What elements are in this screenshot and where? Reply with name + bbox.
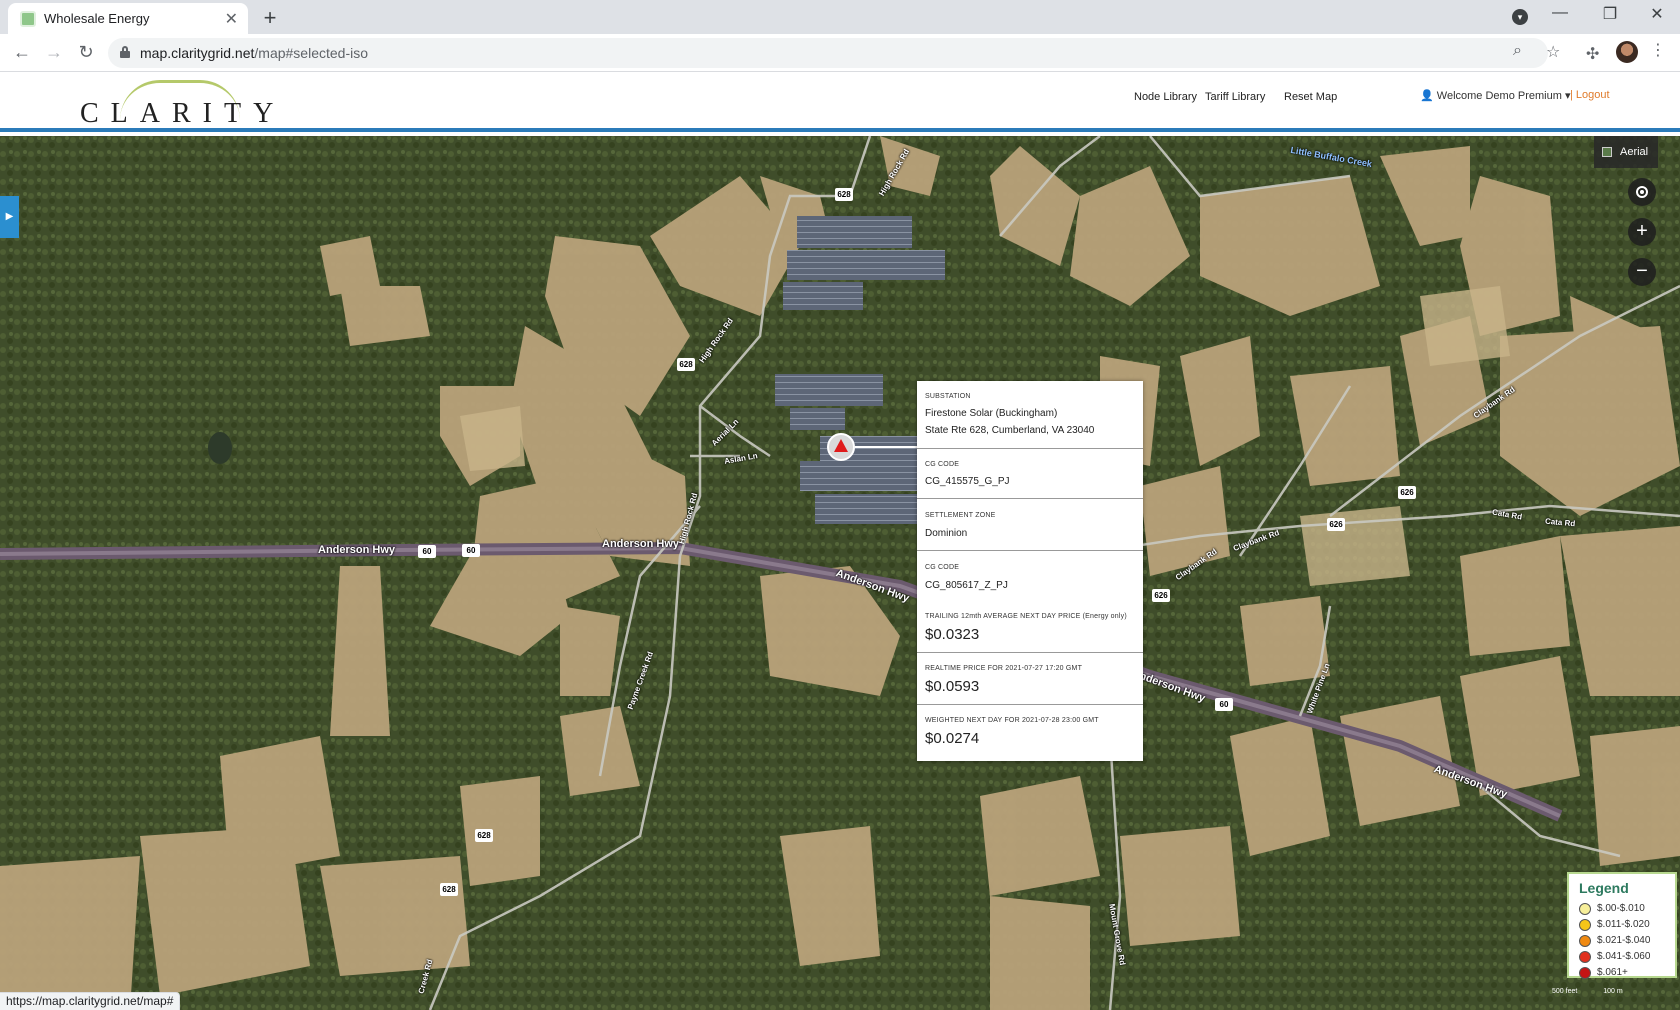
extensions-icon[interactable]: ✣ — [1586, 44, 1599, 64]
forward-icon[interactable]: → — [42, 40, 66, 64]
route-shield: 628 — [440, 883, 458, 896]
locate-button[interactable] — [1628, 178, 1656, 206]
aerial-map[interactable]: Anderson Hwy Anderson Hwy Anderson Hwy A… — [0, 136, 1680, 1010]
legend-dot-icon — [1579, 919, 1591, 931]
zone-price-section: CG CODE CG_805617_Z_PJ TRAILING 12mth AV… — [917, 551, 1143, 653]
weighted-price-section: WEIGHTED NEXT DAY FOR 2021-07-28 23:00 G… — [917, 705, 1143, 761]
locate-icon — [1636, 186, 1648, 198]
bookmark-star-icon[interactable]: ☆ — [1546, 42, 1560, 62]
reload-icon[interactable]: ↻ — [74, 40, 98, 64]
settlement-zone-value: Dominion — [925, 528, 968, 539]
route-shield: 60 — [462, 544, 480, 557]
minimize-icon[interactable]: — — [1548, 4, 1572, 22]
legend-dot-icon — [1579, 903, 1591, 915]
route-shield: 626 — [1327, 518, 1345, 531]
realtime-price-label: REALTIME PRICE FOR 2021-07-27 17:20 GMT — [925, 665, 1083, 672]
route-shield: 626 — [1398, 486, 1416, 499]
settlement-zone-label: SETTLEMENT ZONE — [925, 512, 996, 519]
logout-link[interactable]: | Logout — [1570, 89, 1610, 101]
url-text[interactable]: map.claritygrid.net/map#selected-iso — [140, 45, 368, 61]
warning-triangle-icon — [834, 439, 848, 452]
nav-tariff-library[interactable]: Tariff Library — [1205, 91, 1265, 103]
realtime-price-section: REALTIME PRICE FOR 2021-07-27 17:20 GMT … — [917, 653, 1143, 705]
trailing-price-label: TRAILING 12mth AVERAGE NEXT DAY PRICE (E… — [925, 613, 1127, 620]
tab-title: Wholesale Energy — [44, 11, 150, 26]
restore-icon[interactable]: ❐ — [1598, 4, 1622, 24]
user-label: Welcome Demo Premium — [1436, 90, 1562, 102]
scale-meters: 100 m — [1603, 988, 1623, 995]
screen: Wholesale Energy ✕ + ▾ — ❐ ✕ ← → ↻ map.c… — [0, 0, 1680, 1010]
node-info-popup: SUBSTATION Firestone Solar (Buckingham) … — [917, 381, 1143, 761]
legend-label: $.061+ — [1597, 967, 1628, 978]
user-icon: 👤 — [1420, 90, 1434, 102]
cg-code-value: CG_415575_G_PJ — [925, 476, 1010, 487]
status-url: https://map.claritygrid.net/map# — [0, 992, 181, 1010]
legend-label: $.021-$.040 — [1597, 935, 1651, 946]
url-path: /map#selected-iso — [254, 45, 369, 61]
legend-label: $.041-$.060 — [1597, 951, 1651, 962]
legend-label: $.011-$.020 — [1597, 919, 1650, 930]
user-menu[interactable]: 👤 Welcome Demo Premium ▾ — [1420, 89, 1570, 102]
price-legend: Legend $.00-$.010 $.011-$.020 $.021-$.04… — [1567, 872, 1677, 979]
lock-icon[interactable] — [120, 46, 130, 58]
nav-node-library[interactable]: Node Library — [1134, 91, 1197, 103]
browser-tab[interactable]: Wholesale Energy ✕ — [8, 3, 248, 34]
cg-code-label: CG CODE — [925, 461, 960, 468]
substation-section: SUBSTATION Firestone Solar (Buckingham) … — [917, 381, 1143, 449]
browser-menu-icon[interactable]: ⋮ — [1650, 40, 1666, 60]
play-icon: ▶ — [5, 211, 14, 222]
aerial-label: Aerial — [1620, 146, 1649, 158]
back-icon[interactable]: ← — [10, 40, 34, 64]
weighted-price-label: WEIGHTED NEXT DAY FOR 2021-07-28 23:00 G… — [925, 717, 1099, 724]
profile-avatar[interactable] — [1616, 41, 1638, 63]
browser-toolbar: ← → ↻ map.claritygrid.net/map#selected-i… — [0, 34, 1680, 72]
scale-feet: 500 feet — [1552, 988, 1578, 995]
route-shield: 626 — [1152, 589, 1170, 602]
route-shield: 60 — [1215, 698, 1233, 711]
substation-address: State Rte 628, Cumberland, VA 23040 — [925, 425, 1095, 436]
zoom-icon[interactable]: ⌕ — [1513, 42, 1522, 60]
side-panel-toggle[interactable]: ▶ — [0, 196, 19, 238]
aerial-layer-button[interactable]: Aerial — [1594, 136, 1658, 168]
route-shield: 60 — [418, 545, 436, 558]
zoom-out-button[interactable]: − — [1628, 258, 1656, 286]
close-window-icon[interactable]: ✕ — [1645, 4, 1669, 24]
legend-dot-icon — [1579, 951, 1591, 963]
legend-dot-icon — [1579, 967, 1591, 979]
road-label: Anderson Hwy — [318, 544, 396, 556]
logo-text: CLARITY — [80, 98, 286, 129]
route-shield: 628 — [677, 358, 695, 371]
close-tab-icon[interactable]: ✕ — [225, 9, 238, 29]
substation-marker[interactable] — [827, 433, 855, 461]
legend-dot-icon — [1579, 935, 1591, 947]
substation-label: SUBSTATION — [925, 393, 971, 400]
legend-title: Legend — [1579, 880, 1629, 896]
substation-name: Firestone Solar (Buckingham) — [925, 408, 1058, 419]
nav-reset-map[interactable]: Reset Map — [1284, 91, 1337, 103]
url-host: map.claritygrid.net — [140, 45, 255, 61]
route-shield: 628 — [475, 829, 493, 842]
trailing-price-value: $0.0323 — [925, 626, 980, 643]
cg-code-value: CG_805617_Z_PJ — [925, 580, 1008, 591]
cg-code-section: CG CODE CG_415575_G_PJ — [917, 449, 1143, 499]
clarity-logo[interactable]: CLARITY — [80, 78, 310, 129]
browser-tabstrip: Wholesale Energy ✕ + ▾ — ❐ ✕ — [0, 0, 1680, 34]
popup-leader-line — [855, 446, 917, 448]
route-shield: 628 — [835, 188, 853, 201]
legend-label: $.00-$.010 — [1597, 903, 1645, 914]
cg-code-label: CG CODE — [925, 564, 960, 571]
site-favicon-icon — [20, 11, 36, 27]
layer-icon — [1602, 147, 1612, 157]
chevron-down-icon[interactable]: ▾ — [1512, 9, 1528, 25]
new-tab-icon[interactable]: + — [258, 5, 282, 31]
scale-bar: 500 feet 100 m — [1552, 988, 1623, 995]
address-bar[interactable]: map.claritygrid.net/map#selected-iso ⌕ ☆ — [108, 38, 1560, 68]
realtime-price-value: $0.0593 — [925, 678, 980, 695]
zoom-in-button[interactable]: + — [1628, 218, 1656, 246]
road-label: Anderson Hwy — [602, 538, 680, 550]
weighted-price-value: $0.0274 — [925, 730, 980, 747]
app-header: CLARITY Node Library Tariff Library Rese… — [0, 72, 1680, 132]
settlement-zone-section: SETTLEMENT ZONE Dominion — [917, 499, 1143, 551]
